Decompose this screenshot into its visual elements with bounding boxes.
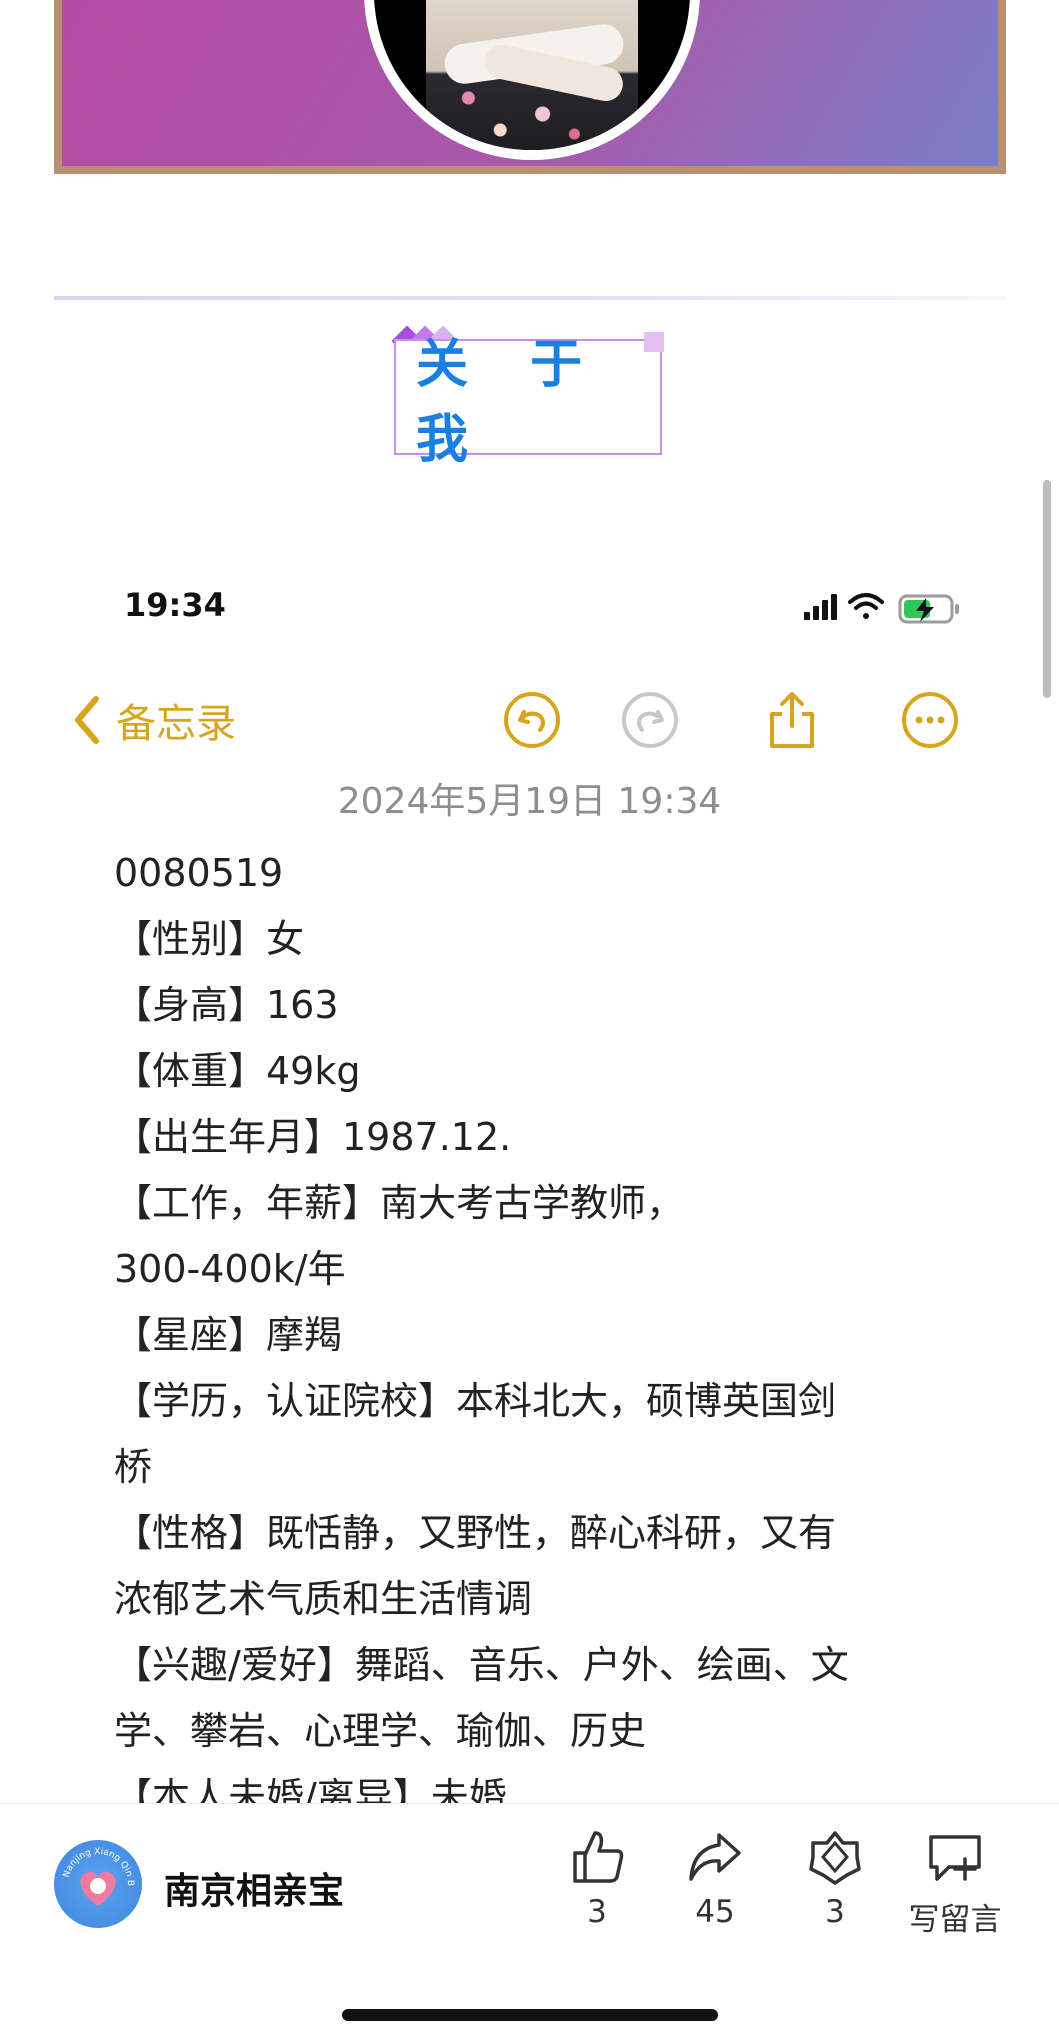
favorite-icon	[809, 1831, 861, 1885]
note-line: 0080519	[114, 851, 284, 895]
note-line: 【星座】摩羯	[114, 1313, 343, 1357]
note-line: 【体重】49kg	[114, 1049, 361, 1093]
note-line: 【出生年月】1987.12.	[114, 1115, 512, 1159]
notes-back-button[interactable]: 备忘录	[72, 690, 236, 750]
note-line: 【性别】女	[114, 917, 305, 961]
about-heading: 关 于 我	[416, 335, 605, 470]
section-divider	[54, 296, 1006, 300]
account-logo-image: Nanjing Xiang Qin Bao	[51, 1833, 135, 1906]
back-chevron-icon	[75, 696, 99, 744]
share-count: 45	[695, 1894, 735, 1930]
note-line: 【兴趣/爱好】舞蹈、音乐、户外、绘画、文	[114, 1643, 849, 1687]
account-logo[interactable]: Nanjing Xiang Qin Bao	[51, 1833, 142, 1928]
thumbs-up-icon	[573, 1831, 624, 1883]
comment-icon	[929, 1835, 981, 1881]
share-up-icon[interactable]	[762, 690, 822, 750]
note-body: 0080519 【性别】女 【身高】163 【体重】49kg 【出生年月】198…	[114, 840, 964, 1830]
cellular-signal-icon	[804, 594, 837, 620]
note-line: 桥	[114, 1445, 153, 1489]
note-date: 2024年5月19日 19:34	[337, 781, 722, 822]
like-button[interactable]: 3	[547, 1826, 647, 1930]
comment-button[interactable]: 写留言	[895, 1826, 1015, 1939]
comment-label: 写留言	[908, 1902, 1002, 1938]
note-line: 【工作，年薪】南大考古学教师，	[114, 1181, 685, 1225]
note-line: 【身高】163	[114, 983, 339, 1027]
note-line: 学、攀岩、心理学、瑜伽、历史	[114, 1709, 647, 1753]
forward-icon	[689, 1833, 741, 1881]
note-line: 【性格】既恬静，又野性，醉心科研，又有	[114, 1511, 837, 1555]
scrollbar[interactable]	[1043, 480, 1051, 698]
battery-charging-icon	[898, 594, 959, 624]
status-icons	[804, 593, 959, 624]
account-name[interactable]: 南京相亲宝	[164, 1862, 344, 1914]
undo-icon[interactable]	[502, 690, 562, 750]
note-line: 【学历，认证院校】本科北大，硕博英国剑	[114, 1379, 837, 1423]
forward-button[interactable]: 45	[665, 1826, 765, 1930]
note-line: 浓郁艺术气质和生活情调	[114, 1577, 533, 1621]
favorite-button[interactable]: 3	[785, 1826, 885, 1930]
like-count: 3	[587, 1894, 607, 1930]
wifi-icon	[848, 593, 884, 619]
status-time: 19:34	[124, 586, 226, 624]
home-indicator[interactable]	[342, 2009, 718, 2021]
favorite-count: 3	[825, 1894, 845, 1930]
more-icon[interactable]	[900, 690, 960, 750]
notes-back-label: 备忘录	[116, 701, 236, 747]
redo-icon[interactable]	[620, 690, 680, 750]
note-line: 300-400k/年	[114, 1247, 346, 1291]
